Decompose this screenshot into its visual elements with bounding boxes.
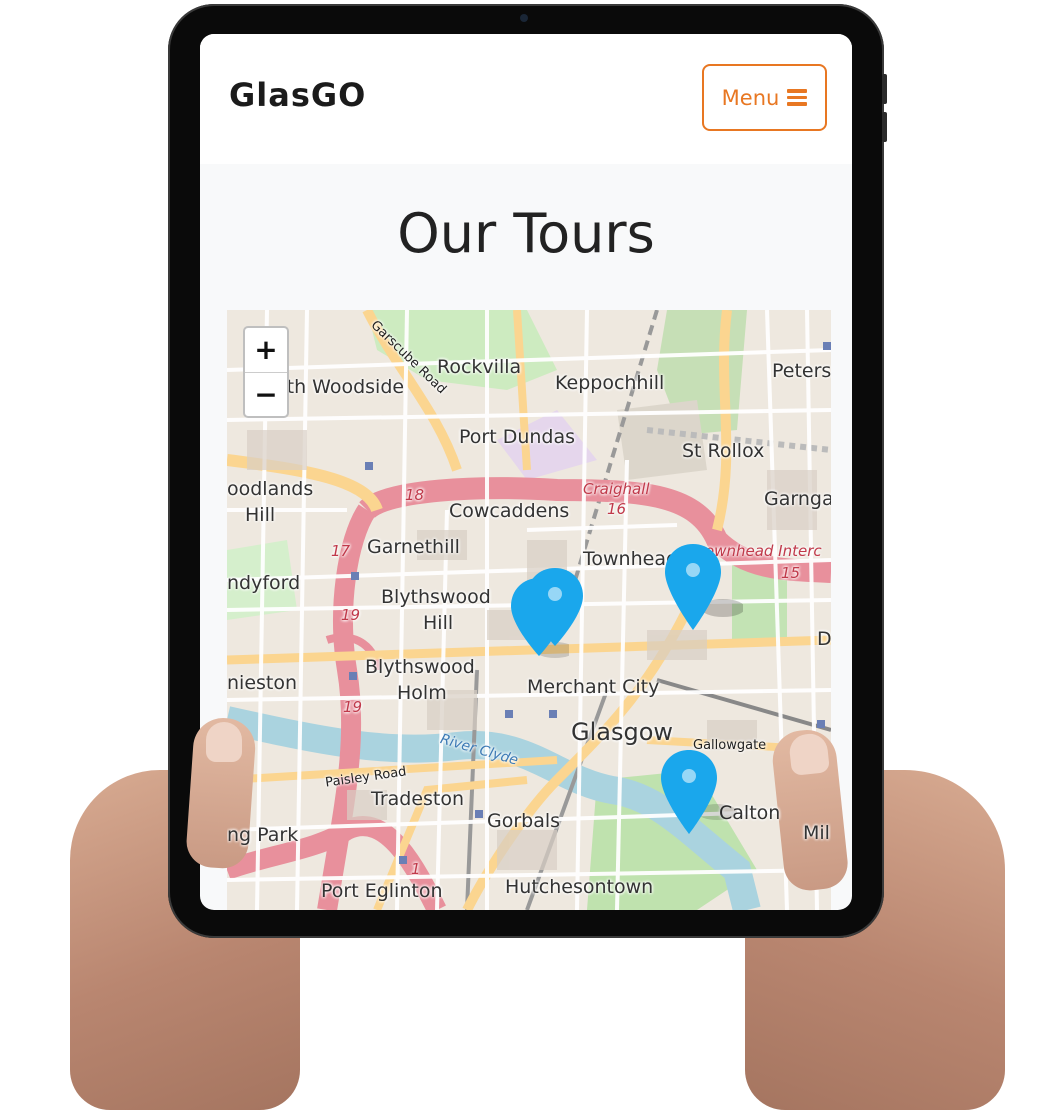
map-label: Blythswood xyxy=(381,586,491,608)
tablet-screen: GlasGO Menu Our Tours + − Rockvilla Kepp… xyxy=(200,34,852,910)
map-label: Hill xyxy=(245,504,276,526)
map-label: Blythswood xyxy=(365,656,475,678)
map-label: Keppochhill xyxy=(555,372,665,394)
map-label: 1 xyxy=(411,860,421,878)
map-label: Garnga xyxy=(764,488,831,510)
map-label: ndyford xyxy=(227,572,301,594)
map-label: 19 xyxy=(343,698,363,716)
map-label: Glasgow xyxy=(571,718,674,746)
map-label: St Rollox xyxy=(682,440,765,462)
map-label: Hill xyxy=(423,612,454,634)
tablet-side-button xyxy=(882,112,887,142)
zoom-in-button[interactable]: + xyxy=(245,328,287,373)
map-label: 15 xyxy=(781,564,801,582)
map-label: Peters xyxy=(772,360,831,382)
map-label: oodlands xyxy=(227,478,314,500)
map-label: 17 xyxy=(331,542,351,560)
tour-marker[interactable] xyxy=(525,566,585,666)
map-label: nieston xyxy=(227,672,298,694)
tour-marker[interactable] xyxy=(663,542,743,642)
map-label: Gorbals xyxy=(487,810,561,832)
map-label: Cowcaddens xyxy=(449,500,570,522)
map-label: Tradeston xyxy=(371,788,465,810)
map-label: ng Park xyxy=(227,824,299,846)
brand-logo[interactable]: GlasGO xyxy=(229,76,366,114)
map-label: Rockvilla xyxy=(437,356,522,378)
map-label: Garnethill xyxy=(367,536,460,558)
map-label: 16 xyxy=(607,500,627,518)
page-title: Our Tours xyxy=(397,202,655,265)
tour-marker[interactable] xyxy=(659,748,739,848)
map-label: 18 xyxy=(405,486,425,504)
hamburger-icon xyxy=(787,89,808,106)
tablet-side-button xyxy=(882,74,887,104)
map-label: Hutchesontown xyxy=(505,876,654,898)
navbar: GlasGO Menu xyxy=(200,34,852,164)
camera-icon xyxy=(520,14,528,22)
map-label: Merchant City xyxy=(527,676,660,698)
tour-map[interactable]: + − Rockvilla Keppochhill Peters North W… xyxy=(227,310,831,910)
menu-button[interactable]: Menu xyxy=(702,64,827,131)
map-label: Port Eglinton xyxy=(321,880,443,902)
menu-button-label: Menu xyxy=(721,85,780,110)
map-label: Port Dundas xyxy=(459,426,576,448)
map-label: Mil xyxy=(803,822,830,844)
zoom-out-button[interactable]: − xyxy=(245,373,287,417)
left-thumbnail xyxy=(206,722,242,762)
map-label: Holm xyxy=(397,682,447,704)
map-label: D xyxy=(817,628,831,650)
map-label: Craighall xyxy=(583,480,650,498)
zoom-control: + − xyxy=(243,326,289,418)
map-label: 19 xyxy=(341,606,361,624)
